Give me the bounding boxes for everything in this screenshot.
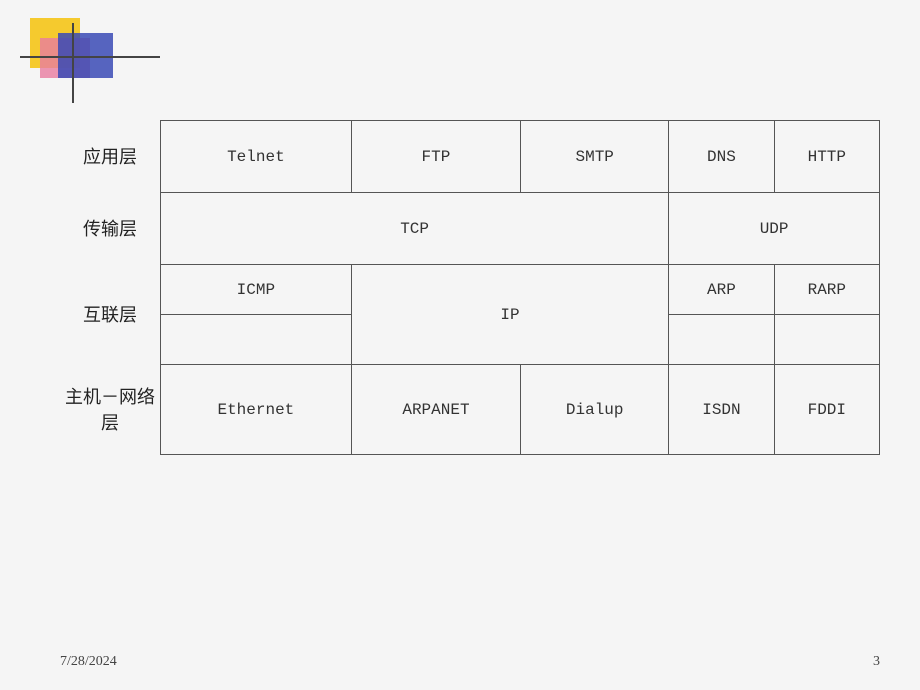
application-layer-row: Telnet FTP SMTP DNS HTTP xyxy=(161,121,880,193)
layer-labels: 应用层 传输层 互联层 主机－网络层 xyxy=(60,120,160,455)
label-host-network: 主机－网络层 xyxy=(60,364,160,454)
cell-ftp: FTP xyxy=(351,121,520,193)
internet-layer-row1: ICMP IP ARP RARP xyxy=(161,265,880,315)
logo-graphic xyxy=(30,18,120,88)
cell-internet-empty2 xyxy=(669,315,774,365)
cell-smtp: SMTP xyxy=(521,121,669,193)
label-transport: 传输层 xyxy=(60,192,160,264)
logo-horizontal-line xyxy=(20,56,160,58)
host-network-layer-row: Ethernet ARPANET Dialup ISDN FDDI xyxy=(161,365,880,455)
cell-dialup: Dialup xyxy=(521,365,669,455)
cell-rarp: RARP xyxy=(774,265,879,315)
cell-arpanet: ARPANET xyxy=(351,365,520,455)
cell-telnet: Telnet xyxy=(161,121,352,193)
cell-internet-empty3 xyxy=(774,315,879,365)
label-internet: 互联层 xyxy=(60,264,160,364)
cell-udp: UDP xyxy=(669,193,880,265)
protocol-table: Telnet FTP SMTP DNS HTTP TCP UDP ICMP IP… xyxy=(160,120,880,455)
logo-area xyxy=(30,18,150,98)
cell-fddi: FDDI xyxy=(774,365,879,455)
cell-internet-empty xyxy=(161,315,352,365)
label-application: 应用层 xyxy=(60,120,160,192)
cell-http: HTTP xyxy=(774,121,879,193)
cell-dns: DNS xyxy=(669,121,774,193)
main-content: 应用层 传输层 互联层 主机－网络层 Telnet FTP SMTP DNS H… xyxy=(60,120,880,455)
cell-isdn: ISDN xyxy=(669,365,774,455)
cell-tcp: TCP xyxy=(161,193,669,265)
cell-icmp: ICMP xyxy=(161,265,352,315)
transport-layer-row: TCP UDP xyxy=(161,193,880,265)
footer-page: 3 xyxy=(873,654,880,670)
cell-arp: ARP xyxy=(669,265,774,315)
footer-date: 7/28/2024 xyxy=(60,654,117,670)
logo-vertical-line xyxy=(72,23,74,103)
slide: 应用层 传输层 互联层 主机－网络层 Telnet FTP SMTP DNS H… xyxy=(0,0,920,690)
cell-ethernet: Ethernet xyxy=(161,365,352,455)
cell-ip: IP xyxy=(351,265,668,365)
